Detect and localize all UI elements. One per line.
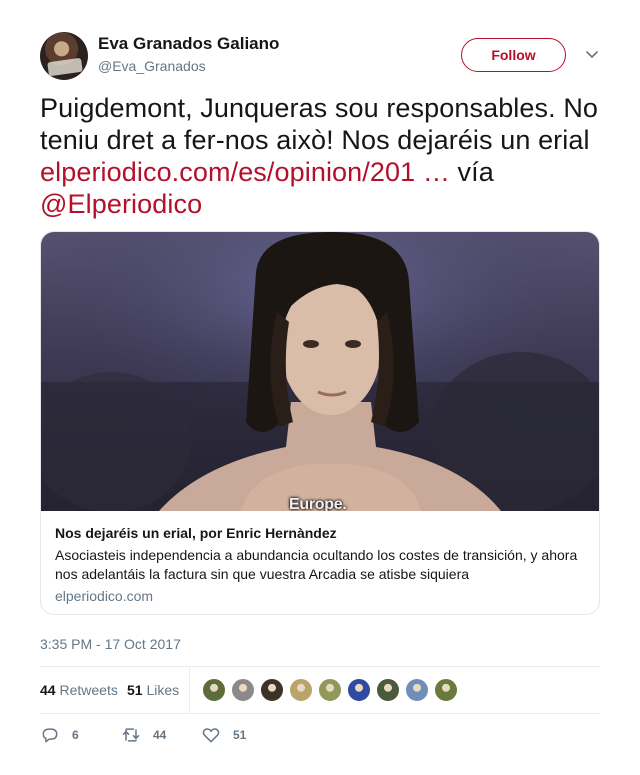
liker-avatar[interactable]: [260, 678, 284, 702]
liker-avatar[interactable]: [376, 678, 400, 702]
tweet-timestamp[interactable]: 3:35 PM - 17 Oct 2017: [40, 636, 181, 652]
retweet-count: 44: [153, 728, 167, 742]
heart-icon: [202, 728, 220, 743]
mention-link[interactable]: @Elperiodico: [40, 189, 202, 219]
liker-avatar[interactable]: [318, 678, 342, 702]
tweet-via: vía: [449, 157, 494, 187]
liker-avatar[interactable]: [434, 678, 458, 702]
liker-avatar[interactable]: [202, 678, 226, 702]
like-count: 51: [233, 728, 247, 742]
tweet-link[interactable]: elperiodico.com/es/opinion/201: [40, 157, 415, 187]
tweet-text: Puigdemont, Junqueras sou responsables. …: [40, 92, 610, 220]
tweet-link-ellipsis[interactable]: …: [415, 157, 450, 187]
reply-count: 6: [72, 728, 79, 742]
chevron-down-icon[interactable]: [584, 46, 600, 62]
stats-divider: [189, 667, 190, 713]
like-button[interactable]: 51: [201, 725, 246, 745]
card-image[interactable]: Europe.: [41, 232, 599, 511]
link-card[interactable]: Europe. Nos dejaréis un erial, por Enric…: [40, 231, 600, 615]
retweets-label: Retweets: [59, 682, 118, 698]
author-handle[interactable]: @Eva_Granados: [98, 58, 206, 74]
retweets-count: 44: [40, 682, 56, 698]
image-caption: Europe.: [289, 496, 347, 511]
follow-button[interactable]: Follow: [461, 38, 566, 72]
author-name[interactable]: Eva Granados Galiano: [98, 34, 279, 54]
retweets-stat[interactable]: 44 Retweets: [40, 682, 118, 698]
liker-avatar[interactable]: [231, 678, 255, 702]
card-domain: elperiodico.com: [55, 588, 154, 604]
card-description: Asociasteis independencia a abundancia o…: [55, 547, 578, 582]
likes-count: 51: [127, 682, 143, 698]
liker-avatar[interactable]: [289, 678, 313, 702]
retweet-button[interactable]: 44: [121, 725, 166, 745]
retweet-icon: [122, 728, 140, 742]
liker-avatar[interactable]: [347, 678, 371, 702]
author-avatar[interactable]: [40, 32, 88, 80]
tweet-text-lead: Puigdemont, Junqueras sou responsables. …: [40, 93, 599, 155]
likes-label: Likes: [146, 682, 180, 698]
reply-button[interactable]: 6: [40, 725, 79, 745]
liker-avatar[interactable]: [405, 678, 429, 702]
divider: [40, 713, 600, 714]
likes-stat[interactable]: 51 Likes: [127, 682, 179, 698]
divider: [40, 666, 600, 667]
card-title[interactable]: Nos dejaréis un erial, por Enric Hernànd…: [55, 525, 337, 541]
reply-icon: [42, 728, 58, 743]
